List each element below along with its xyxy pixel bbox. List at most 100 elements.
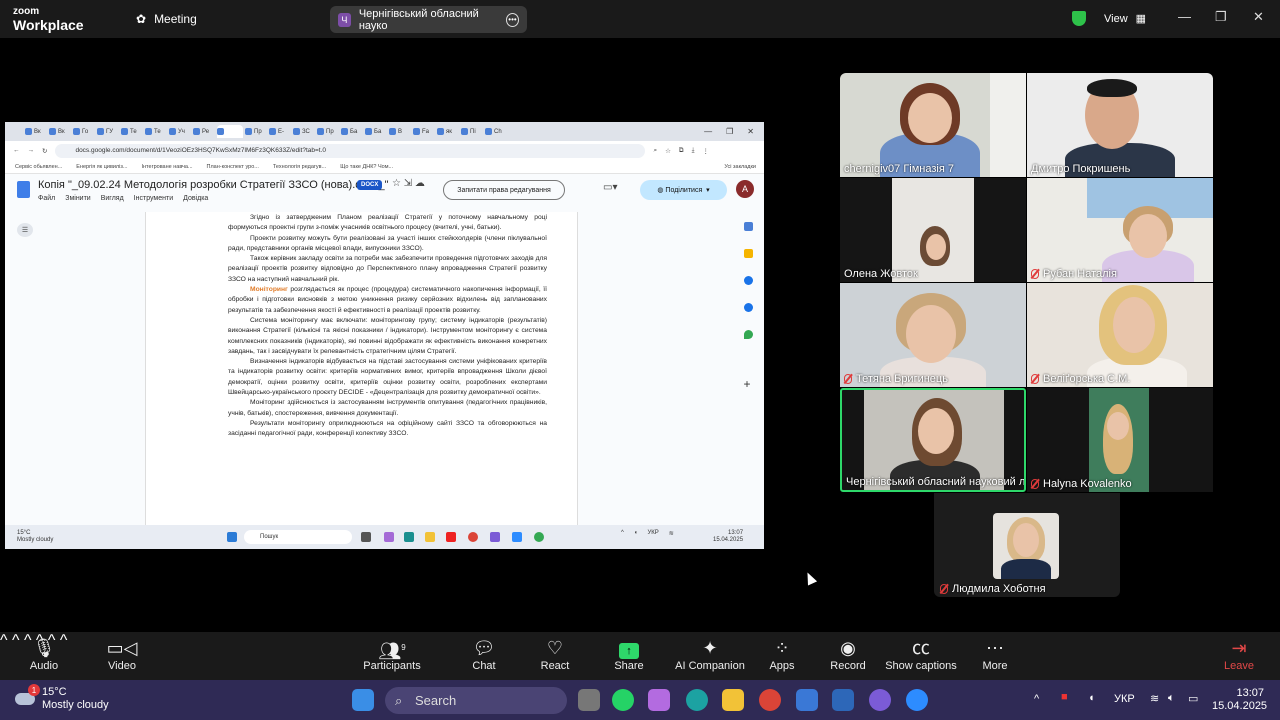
video-tile[interactable]: Олена Жовток [840,178,1026,282]
docs-share-button[interactable]: ◍ Поділитися ▾ [640,180,727,200]
calendar-icon[interactable] [743,222,753,231]
all-bookmarks[interactable]: Усі закладки [724,164,764,170]
bookmark-item[interactable]: Інтегроване навча... [141,164,192,170]
audio-button[interactable]: 🎙︎ Audio [4,636,84,672]
mic-tray-icon[interactable]: ◖ [1088,692,1095,704]
copilot-icon[interactable] [384,532,394,542]
back-icon[interactable]: ← [13,147,20,154]
url-field[interactable]: docs.google.com/document/d/1VeoziOEz3HSQ… [55,143,646,158]
viber-icon[interactable] [490,532,500,542]
captions-button[interactable]: ㏄ Show captions [881,636,961,672]
doc-page[interactable]: Згідно із затвердженим Планом реалізації… [145,212,578,525]
browser-tab[interactable]: Пі [461,125,483,138]
opera-icon[interactable] [446,532,456,542]
browser-tab[interactable]: Те [145,125,167,138]
whatsapp-icon[interactable] [612,689,634,711]
bookmark-star-icon[interactable]: ☆ [665,147,671,155]
video-tile[interactable]: Halyna Kovalenko [1027,388,1213,492]
participants-button[interactable]: 👥︎9 Participants [352,636,432,672]
forward-icon[interactable]: → [28,147,35,154]
docs-icon[interactable] [17,181,30,198]
edge-icon[interactable] [686,689,708,711]
download-icon[interactable]: ⤓ [692,147,695,155]
explorer-icon[interactable] [425,532,435,542]
browser-tab[interactable]: Ре [193,125,215,138]
browser-tab[interactable]: Го [73,125,95,138]
video-tile[interactable]: Рубан Наталія [1027,178,1213,282]
battery-icon[interactable]: ▭ [1188,692,1198,705]
weather-widget[interactable]: 15°C Mostly cloudy [42,686,109,712]
viber-icon[interactable] [869,689,891,711]
outline-icon[interactable]: ☰ [17,223,33,237]
ai-companion-button[interactable]: ✦ AI Companion [670,636,750,672]
add-icon[interactable]: + [744,377,753,391]
record-button[interactable]: ◉ Record [808,636,888,672]
browser-tab[interactable]: Вк [25,125,47,138]
browser-tab[interactable]: Ch [485,125,507,138]
store-icon[interactable] [796,689,818,711]
zoom-icon[interactable] [512,532,522,542]
browser-tab[interactable]: Пр [245,125,267,138]
keep-icon[interactable] [743,249,753,258]
chrome-icon[interactable] [534,532,544,542]
browser-tab[interactable]: ЗС [293,125,315,138]
browser-tab[interactable]: як [437,125,459,138]
video-tile[interactable]: Веліґорська С.М. [1027,283,1213,387]
share-button[interactable]: ↑ Share [589,636,669,672]
menu-icon[interactable]: ⋮ [702,147,709,155]
taskbar-search[interactable]: ⌕ Search [385,687,567,714]
video-tile[interactable]: Людмила Хоботня [934,493,1120,597]
windows-start-icon[interactable] [227,532,237,542]
menu-item[interactable]: Файл [38,195,55,202]
meeting-menu[interactable]: ✿ Meeting [136,12,197,26]
menu-item[interactable]: Вигляд [101,195,124,202]
chrome-icon[interactable] [468,532,478,542]
edge-icon[interactable] [404,532,414,542]
request-edit-button[interactable]: Запитати права редагування [443,180,565,200]
bookmark-item[interactable]: Енергія як цивиліз... [76,164,127,170]
minimize-icon[interactable]: — [1178,9,1191,24]
mic-icon[interactable]: ◖ [634,530,638,537]
browser-tab[interactable]: Fa [413,125,435,138]
volume-icon[interactable]: 🔈︎ [1168,692,1175,705]
browser-tab[interactable]: Е- [269,125,291,138]
browser-tab[interactable] [217,125,243,138]
react-button[interactable]: ♡ React [515,636,595,672]
bookmark-item[interactable]: Що таке ДНК? Чом... [340,164,393,170]
meet-icon[interactable]: ▭▾ [603,182,617,193]
menu-item[interactable]: Змінити [65,195,91,202]
user-avatar[interactable]: A [736,180,754,198]
maximize-icon[interactable]: ❐ [1215,9,1227,25]
doc-title[interactable]: Копія "_09.02.24 Методологія розробки Ст… [38,179,389,191]
wifi-icon[interactable]: ≋ [669,530,674,537]
task-view-icon[interactable] [578,689,600,711]
star-icon[interactable]: ☆ ⇲ ☁ [392,178,425,189]
wifi-icon[interactable]: ≋ [1150,692,1159,705]
zoom-icon[interactable]: ⌕ [653,147,657,155]
zoom-app-icon[interactable] [906,689,928,711]
video-tile[interactable]: Тетяна Бригинець [840,283,1026,387]
screen-share-indicator[interactable]: Ч Чернігівський обласний науко ••• [330,6,527,33]
video-tile[interactable]: chernigiv07 Гімназія 7 [840,73,1026,177]
more-button[interactable]: ⋯ More [955,636,1035,672]
browser-tab[interactable]: Вк [49,125,71,138]
extensions-icon[interactable]: ⧉ [679,147,684,155]
browser-tab[interactable]: Те [121,125,143,138]
copilot-icon[interactable] [648,689,670,711]
video-tile-active-speaker[interactable]: Чернігівський обласний науковий лі... [840,388,1026,492]
menu-item[interactable]: Довідка [183,195,208,202]
inner-weather[interactable]: 15°C Mostly cloudy [17,530,53,544]
maps-icon[interactable] [743,330,753,339]
chrome-icon[interactable] [759,689,781,711]
file-explorer-icon[interactable] [722,689,744,711]
tasks-icon[interactable] [743,276,753,285]
chevron-up-icon[interactable]: ^ [621,530,624,537]
maximize-icon[interactable]: ❐ [726,127,733,136]
browser-tab[interactable]: Ба [365,125,387,138]
minimize-icon[interactable]: — [704,127,712,136]
close-icon[interactable]: ✕ [747,127,754,136]
bookmark-item[interactable]: Сервіс обьявлен... [15,164,62,170]
browser-tab[interactable]: В [389,125,411,138]
chevron-up-icon[interactable]: ^ [1034,693,1039,705]
inner-clock[interactable]: 13:07 15.04.2025 [713,530,743,544]
